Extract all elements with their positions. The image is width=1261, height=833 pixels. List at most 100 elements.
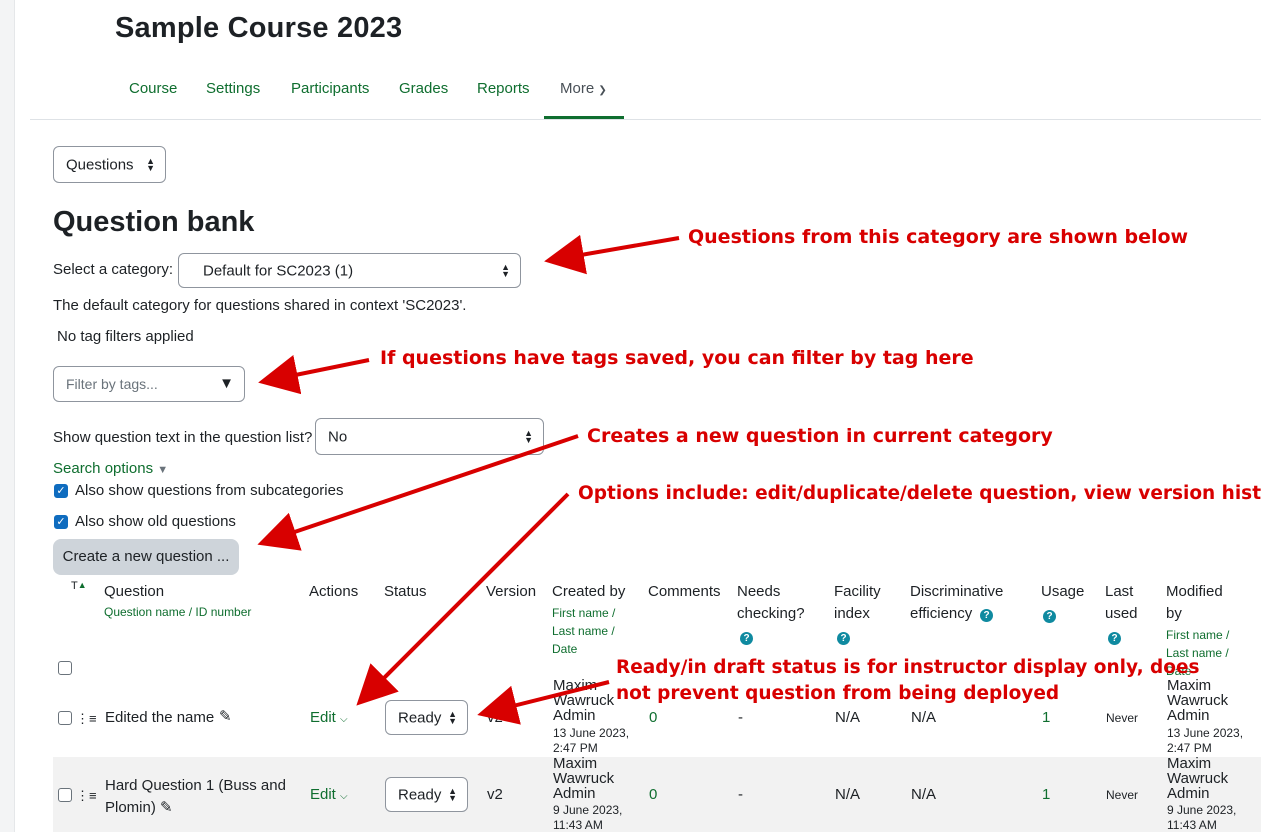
modifier-name: Maxim Wawruck Admin	[1167, 756, 1228, 801]
tag-filter-input[interactable]: Filter by tags... ▼	[53, 366, 245, 402]
annotation-create: Creates a new question in current catego…	[587, 425, 1053, 447]
col-needs-checking-1: Needs	[737, 583, 781, 600]
col-last-used-1: Last	[1105, 583, 1134, 600]
discriminative-efficiency: N/A	[911, 709, 937, 726]
page-select[interactable]: Questions ▲ ▼	[53, 146, 166, 183]
modifier-first: Maxim	[1167, 677, 1212, 694]
created-date-line1: 13 June 2023,	[553, 726, 630, 740]
modified-sort-first[interactable]: First name /	[1166, 626, 1229, 644]
select-arrows-icon: ▲ ▼	[146, 155, 155, 173]
creator-last: Wawruck	[553, 692, 615, 709]
status-select[interactable]: Ready ▲ ▼	[385, 700, 468, 735]
nav-course[interactable]: Course	[129, 80, 177, 97]
modified-date-line1: 13 June 2023,	[1167, 726, 1244, 740]
status-value: Ready	[398, 709, 442, 726]
creator-role: Admin	[553, 707, 596, 724]
status-select[interactable]: Ready ▲ ▼	[385, 777, 468, 812]
col-usage: Usage	[1041, 583, 1085, 600]
list-icon: ⋮≡	[76, 711, 97, 726]
nav-participants[interactable]: Participants	[291, 80, 369, 97]
search-options-toggle[interactable]: Search options ▼	[53, 460, 168, 477]
modifier-first: Maxim	[1167, 755, 1212, 772]
nav-more[interactable]: More ❯	[560, 80, 607, 97]
select-arrows-icon: ▲ ▼	[448, 785, 457, 803]
created-date-line2: 2:47 PM	[553, 741, 598, 755]
version: v2	[487, 709, 503, 726]
col-version[interactable]: Version	[486, 581, 536, 603]
modified-date-line1: 9 June 2023,	[1167, 803, 1237, 817]
edit-menu[interactable]: Edit ⌵	[310, 786, 348, 803]
col-modified-by-1: Modified	[1166, 583, 1223, 600]
edit-menu-label: Edit	[310, 709, 336, 726]
last-used: Never	[1106, 788, 1139, 802]
comments-link[interactable]: 0	[649, 786, 657, 803]
sort-type-toggle[interactable]: T▲	[71, 580, 87, 592]
help-icon[interactable]: ?	[1043, 610, 1056, 623]
edit-menu[interactable]: Edit ⌵	[310, 709, 348, 726]
create-question-button[interactable]: Create a new question ...	[53, 539, 239, 575]
col-status[interactable]: Status	[384, 581, 427, 603]
modifier-last: Wawruck	[1167, 692, 1229, 709]
help-icon[interactable]: ?	[1108, 632, 1121, 645]
question-name-line2: Plomin) ✎	[105, 797, 286, 819]
list-icon: ⋮≡	[76, 788, 97, 803]
pencil-icon[interactable]: ✎	[219, 707, 232, 725]
col-comments[interactable]: Comments	[648, 581, 721, 603]
old-questions-label: Also show old questions	[75, 513, 236, 530]
select-all-checkbox[interactable]	[58, 661, 72, 675]
created-date: 13 June 2023, 2:47 PM	[553, 726, 629, 756]
help-icon[interactable]: ?	[740, 632, 753, 645]
help-icon[interactable]: ?	[980, 609, 993, 622]
modified-date: 9 June 2023, 11:43 AM	[1167, 803, 1236, 833]
annotation-arrows	[257, 234, 680, 725]
course-nav: Course Settings Participants Grades Repo…	[30, 70, 1261, 120]
question-name-line1: Hard Question 1 (Buss and	[105, 777, 286, 794]
chevron-down-icon: ⌵	[340, 714, 348, 725]
show-text-select[interactable]: No ▲ ▼	[315, 418, 544, 455]
chevron-down-icon: ❯	[598, 85, 607, 96]
col-question-sort-links[interactable]: Question name / ID number	[104, 603, 251, 621]
row-checkbox[interactable]	[58, 711, 72, 725]
nav-grades[interactable]: Grades	[399, 80, 448, 97]
created-date-line1: 9 June 2023,	[553, 803, 623, 817]
creator-first: Maxim	[553, 755, 598, 772]
edit-menu-label: Edit	[310, 786, 336, 803]
col-discriminative-1: Discriminative	[910, 583, 1004, 600]
question-name-line2-text: Plomin)	[105, 799, 156, 816]
show-text-value: No	[328, 428, 348, 445]
created-sort-first[interactable]: First name /	[552, 604, 615, 622]
subcategories-checkbox[interactable]: ✓	[54, 484, 68, 498]
pencil-icon[interactable]: ✎	[160, 799, 173, 816]
annotation-status-line1: Ready/in draft status is for instructor …	[616, 657, 1200, 678]
facility-index: N/A	[835, 786, 861, 803]
search-options-label: Search options	[53, 460, 154, 477]
discriminative-efficiency: N/A	[911, 786, 937, 803]
created-date-line2: 11:43 AM	[553, 818, 603, 832]
old-questions-checkbox[interactable]: ✓	[54, 515, 68, 529]
creator-last: Wawruck	[553, 770, 615, 787]
created-sort-date[interactable]: Date	[552, 640, 577, 658]
facility-index: N/A	[835, 709, 861, 726]
col-needs-checking-2: checking?	[737, 605, 805, 622]
annotation-category: Questions from this category are shown b…	[688, 226, 1189, 248]
nav-reports[interactable]: Reports	[477, 80, 530, 97]
usage-link[interactable]: 1	[1042, 709, 1050, 726]
tag-filter-placeholder: Filter by tags...	[66, 376, 158, 392]
category-select[interactable]: Default for SC2023 (1) ▲ ▼	[178, 253, 521, 288]
question-bank-heading: Question bank	[53, 206, 255, 238]
modified-date-line2: 2:47 PM	[1167, 741, 1212, 755]
col-created-by: Created by	[552, 583, 626, 600]
last-used: Never	[1106, 711, 1139, 725]
category-description: The default category for questions share…	[53, 297, 467, 314]
created-sort-last[interactable]: Last name /	[552, 622, 615, 640]
row-checkbox[interactable]	[58, 788, 72, 802]
col-question[interactable]: Question	[104, 581, 164, 603]
comments-link[interactable]: 0	[649, 709, 657, 726]
usage-link[interactable]: 1	[1042, 786, 1050, 803]
question-name: Edited the name	[105, 709, 215, 726]
select-arrows-icon: ▲ ▼	[524, 427, 533, 445]
nav-settings[interactable]: Settings	[206, 80, 260, 97]
help-icon[interactable]: ?	[837, 632, 850, 645]
sort-asc-icon: ▲	[77, 580, 87, 590]
modifier-role: Admin	[1167, 785, 1210, 802]
